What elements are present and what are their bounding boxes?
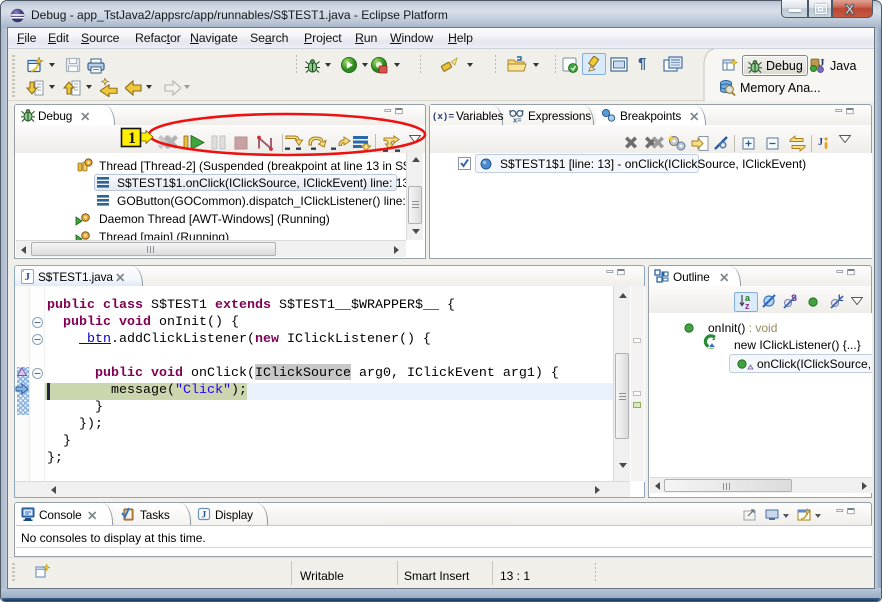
svg-text:J: J <box>818 137 823 148</box>
svg-text:z: z <box>745 301 750 310</box>
svg-text:J: J <box>819 57 825 69</box>
svg-text:(x)=: (x)= <box>433 111 454 121</box>
svg-text:J: J <box>202 511 207 521</box>
svg-text:x=: x= <box>513 116 522 125</box>
svg-text:J: J <box>25 271 31 283</box>
